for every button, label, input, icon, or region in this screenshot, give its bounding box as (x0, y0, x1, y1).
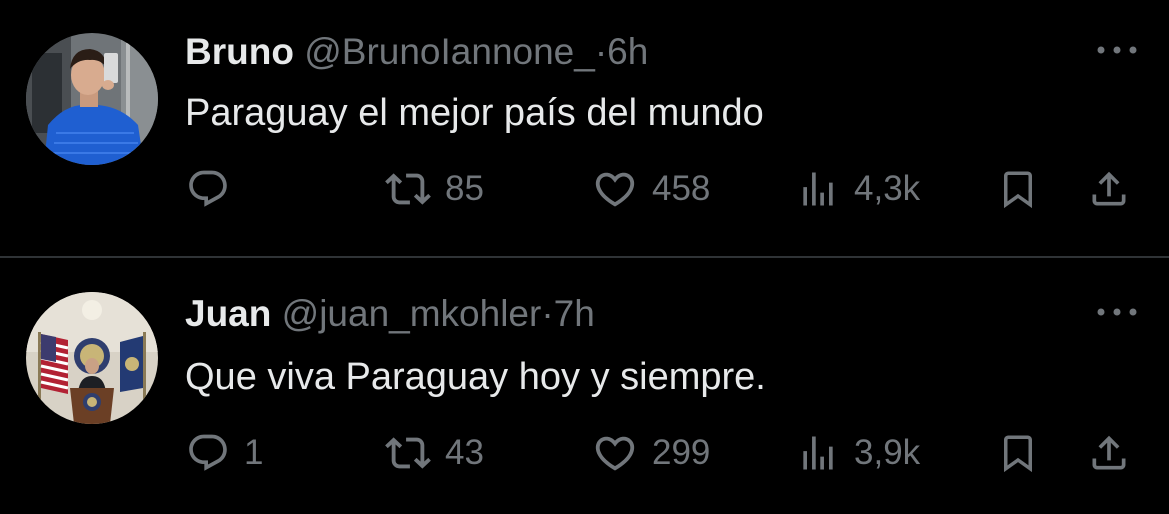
like-button[interactable]: 299 (592, 428, 710, 478)
views-icon (796, 167, 840, 211)
avatar[interactable] (26, 292, 158, 424)
tweet-text: Que viva Paraguay hoy y siempre. (185, 356, 766, 398)
retweet-count: 43 (445, 433, 484, 472)
retweet-icon (385, 430, 431, 476)
tweet-header: Bruno @BrunoIannone_·6h (185, 30, 648, 74)
share-button[interactable] (1087, 164, 1131, 214)
retweet-button[interactable]: 85 (385, 164, 484, 214)
bookmark-button[interactable] (997, 164, 1039, 214)
bookmark-button[interactable] (997, 428, 1039, 478)
heart-icon (592, 166, 638, 212)
like-button[interactable]: 458 (592, 164, 710, 214)
tweet[interactable]: Juan @juan_mkohler·7h Que viva Paraguay … (0, 258, 1169, 514)
views-icon (796, 431, 840, 475)
like-count: 458 (652, 169, 711, 208)
bookmark-icon (997, 430, 1039, 476)
retweet-count: 85 (445, 169, 484, 208)
separator-dot: · (541, 293, 554, 334)
reply-icon (186, 167, 230, 211)
tweet-actions: 85 458 4,3k (0, 164, 1169, 214)
display-name[interactable]: Bruno (185, 31, 294, 72)
tweet-actions: 1 43 299 3,9k (0, 428, 1169, 478)
user-handle[interactable]: @juan_mkohler (282, 293, 542, 334)
views-count: 4,3k (854, 169, 921, 208)
views-button[interactable]: 3,9k (796, 428, 920, 478)
reply-button[interactable]: 1 (186, 428, 263, 478)
reply-count: 1 (244, 433, 264, 472)
views-count: 3,9k (854, 433, 921, 472)
display-name[interactable]: Juan (185, 293, 271, 334)
reply-icon (186, 431, 230, 475)
more-icon[interactable] (1094, 40, 1140, 60)
timestamp[interactable]: 6h (607, 31, 648, 72)
timestamp[interactable]: 7h (554, 293, 595, 334)
views-button[interactable]: 4,3k (796, 164, 920, 214)
separator-dot: · (594, 31, 608, 72)
like-count: 299 (652, 433, 711, 472)
user-handle[interactable]: @BrunoIannone_ (304, 31, 595, 72)
retweet-button[interactable]: 43 (385, 428, 484, 478)
reply-button[interactable] (186, 164, 244, 214)
heart-icon (592, 430, 638, 476)
retweet-icon (385, 166, 431, 212)
share-icon (1087, 431, 1131, 475)
share-icon (1087, 167, 1131, 211)
tweet[interactable]: Bruno @BrunoIannone_·6h Paraguay el mejo… (0, 0, 1169, 256)
more-icon[interactable] (1094, 302, 1140, 322)
avatar[interactable] (26, 33, 158, 165)
tweet-header: Juan @juan_mkohler·7h (185, 292, 595, 336)
tweet-text: Paraguay el mejor país del mundo (185, 92, 764, 134)
share-button[interactable] (1087, 428, 1131, 478)
bookmark-icon (997, 166, 1039, 212)
